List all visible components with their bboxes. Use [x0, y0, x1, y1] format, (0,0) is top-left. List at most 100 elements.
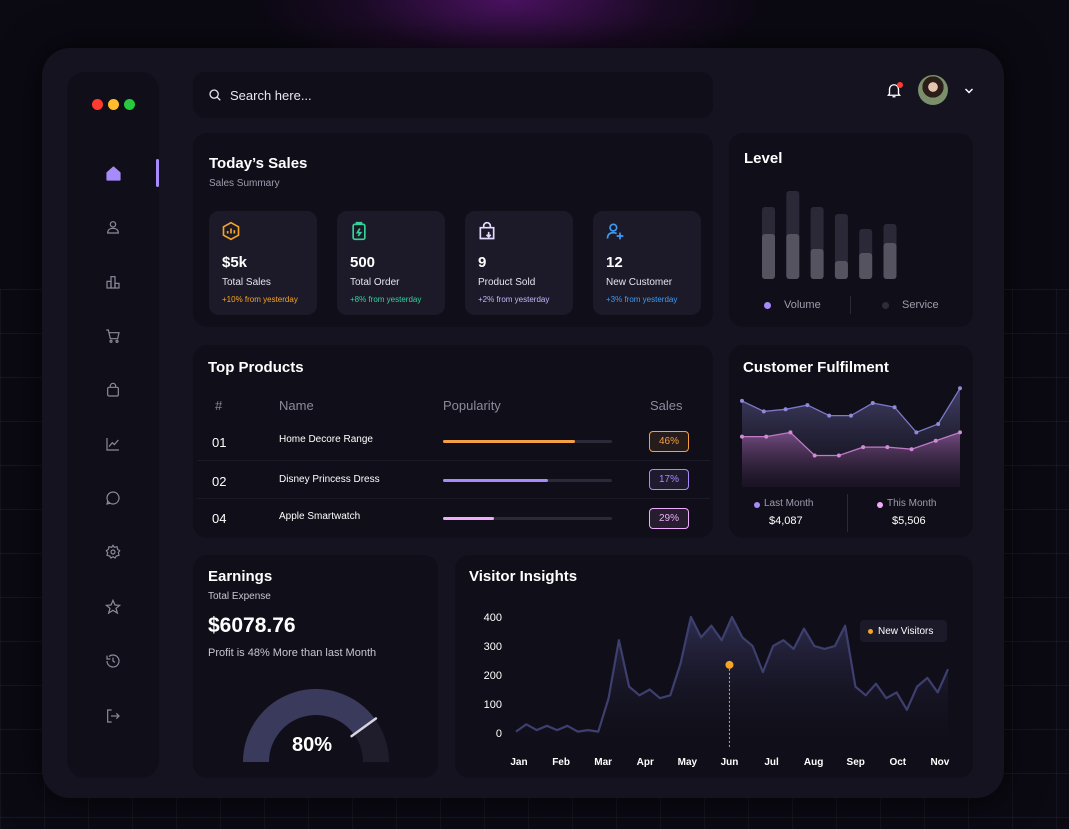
row-divider [197, 460, 710, 461]
sidebar-item-favorites[interactable] [102, 596, 124, 618]
search-icon [209, 89, 221, 101]
last-month-point [805, 403, 810, 408]
todays-sales-title: Today’s Sales [209, 155, 308, 172]
sidebar-item-users[interactable] [102, 216, 124, 238]
row-divider [197, 498, 710, 499]
last-month-point [740, 398, 744, 403]
gauge-value: 80% [292, 734, 333, 756]
product-name: Disney Princess Dress [279, 474, 380, 485]
shopping-bag-download-icon [479, 221, 495, 240]
last-month-point [870, 401, 875, 405]
this-month-point [861, 445, 866, 450]
last-month-point [914, 430, 919, 435]
stat-label: Product Sold [478, 277, 536, 288]
profile-menu-button[interactable] [962, 84, 976, 102]
cart-icon [106, 329, 120, 343]
visitor-chart: 0 100 200 300 400 Jan Feb Mar Apr May Jun Jul Aug Sep… [484, 612, 950, 768]
stat-card-total-sales[interactable]: $5k Total Sales +10% from yesterday [209, 211, 317, 315]
chat-icon [106, 491, 120, 505]
stat-card-product-sold[interactable]: 9 Product Sold +2% from yesterday [465, 211, 573, 315]
settings-icon [105, 544, 121, 559]
row-number: 02 [212, 474, 227, 489]
this-month-label: This Month [887, 498, 937, 509]
x-tick-label: Sep [847, 757, 865, 768]
x-tick-label: Jul [764, 757, 779, 768]
legend-divider [850, 296, 851, 314]
col-header-name: Name [279, 398, 314, 413]
this-month-point [958, 430, 962, 435]
stat-label: New Customer [606, 277, 673, 288]
sidebar-item-home[interactable] [102, 162, 124, 184]
leaderboard-icon [106, 276, 120, 289]
last-month-value: $4,087 [769, 515, 803, 527]
star-icon [105, 599, 121, 615]
y-tick-label: 100 [484, 699, 502, 711]
sales-badge: 29% [649, 508, 689, 529]
avatar[interactable] [918, 75, 948, 105]
minimize-dot[interactable] [108, 99, 119, 110]
x-tick-label: Jan [510, 757, 527, 768]
logout-icon [107, 709, 120, 723]
sidebar-item-history[interactable] [102, 650, 124, 672]
maximize-dot[interactable] [124, 99, 135, 110]
this-month-point [764, 434, 769, 439]
badge-chart-icon [222, 221, 240, 241]
highlight-point [725, 660, 734, 669]
sidebar-item-settings[interactable] [102, 541, 124, 563]
history-icon [106, 654, 120, 668]
stat-change: +3% from yesterday [606, 295, 678, 304]
chart-icon [106, 438, 119, 451]
popularity-fill [443, 440, 575, 443]
todays-sales-subtitle: Sales Summary [209, 178, 280, 189]
this-month-point [740, 434, 744, 439]
legend-volume: Volume [784, 299, 821, 311]
sidebar-item-cart[interactable] [102, 325, 124, 347]
sidebar-item-leaderboard[interactable] [102, 271, 124, 293]
col-header-number: # [215, 398, 223, 413]
legend-dot-this-month [877, 502, 883, 508]
stat-label: Total Order [350, 277, 400, 288]
stat-card-new-customer[interactable]: 12 New Customer +3% from yesterday [593, 211, 701, 315]
notification-button[interactable] [885, 81, 905, 101]
x-tick-label: May [678, 757, 698, 768]
legend-dot-last-month [754, 502, 760, 508]
level-title: Level [744, 150, 783, 167]
sidebar-item-logout[interactable] [102, 705, 124, 727]
this-month-point [933, 438, 938, 443]
level-bar-volume [810, 249, 824, 279]
x-tick-label: Apr [637, 757, 654, 768]
search-input[interactable] [230, 87, 650, 103]
bag-icon [107, 382, 119, 397]
popularity-bar [443, 479, 612, 482]
last-month-point [849, 413, 853, 418]
level-bar-volume [834, 261, 848, 279]
earnings-title: Earnings [208, 568, 273, 585]
visitor-insights-title: Visitor Insights [469, 568, 578, 585]
add-user-icon [606, 223, 624, 240]
earnings-subtitle: Total Expense [208, 591, 271, 602]
earnings-note: Profit is 48% More than last Month [208, 647, 377, 659]
sidebar-item-analytics[interactable] [102, 433, 124, 455]
level-chart [762, 191, 897, 279]
home-icon [105, 165, 121, 181]
sidebar-item-bag[interactable] [102, 379, 124, 401]
sales-badge: 46% [649, 431, 689, 452]
stat-change: +10% from yesterday [222, 295, 298, 304]
popularity-bar [443, 517, 612, 520]
last-month-point [958, 386, 962, 391]
y-tick-label: 200 [484, 670, 502, 682]
chevron-down-icon [964, 88, 974, 94]
stat-card-total-order[interactable]: 500 Total Order +8% from yesterday [337, 211, 445, 315]
last-month-point [761, 409, 766, 414]
last-month-point [827, 413, 832, 418]
level-bar-volume [786, 234, 800, 279]
this-month-value: $5,506 [892, 515, 926, 527]
window-controls [92, 99, 135, 110]
popularity-fill [443, 517, 494, 520]
customer-fulfilment-chart [740, 386, 962, 487]
stat-value: 500 [350, 254, 376, 271]
search-bar[interactable] [193, 72, 713, 118]
last-month-point [936, 422, 941, 426]
close-dot[interactable] [92, 99, 103, 110]
sidebar-item-messages[interactable] [102, 487, 124, 509]
